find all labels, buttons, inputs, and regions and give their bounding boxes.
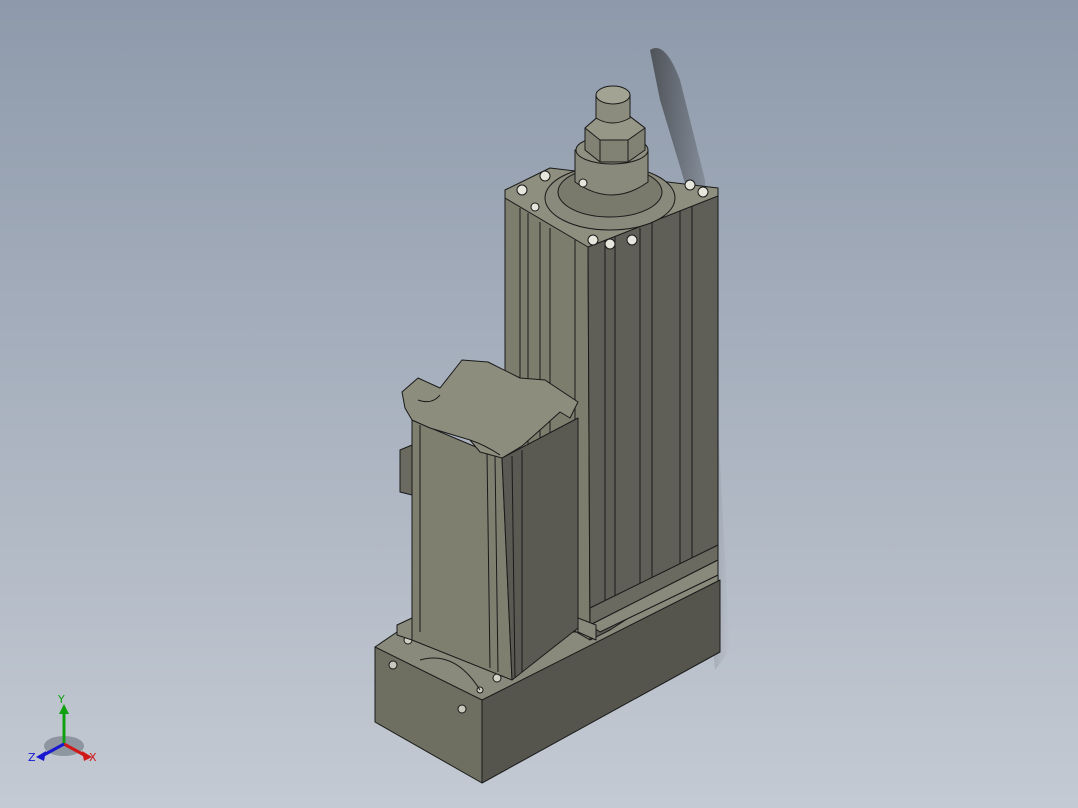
view-orientation-triad[interactable]: Y Z X [26,694,106,768]
graphics-viewport[interactable]: Y Z X [0,0,1078,808]
stepper-motor[interactable] [396,359,597,681]
triad-z-label: Z [28,751,36,764]
triad-x-label: X [89,751,97,764]
cad-model-actuator[interactable] [0,0,1078,808]
rod-end[interactable] [544,85,676,231]
triad-y-label: Y [58,693,65,706]
